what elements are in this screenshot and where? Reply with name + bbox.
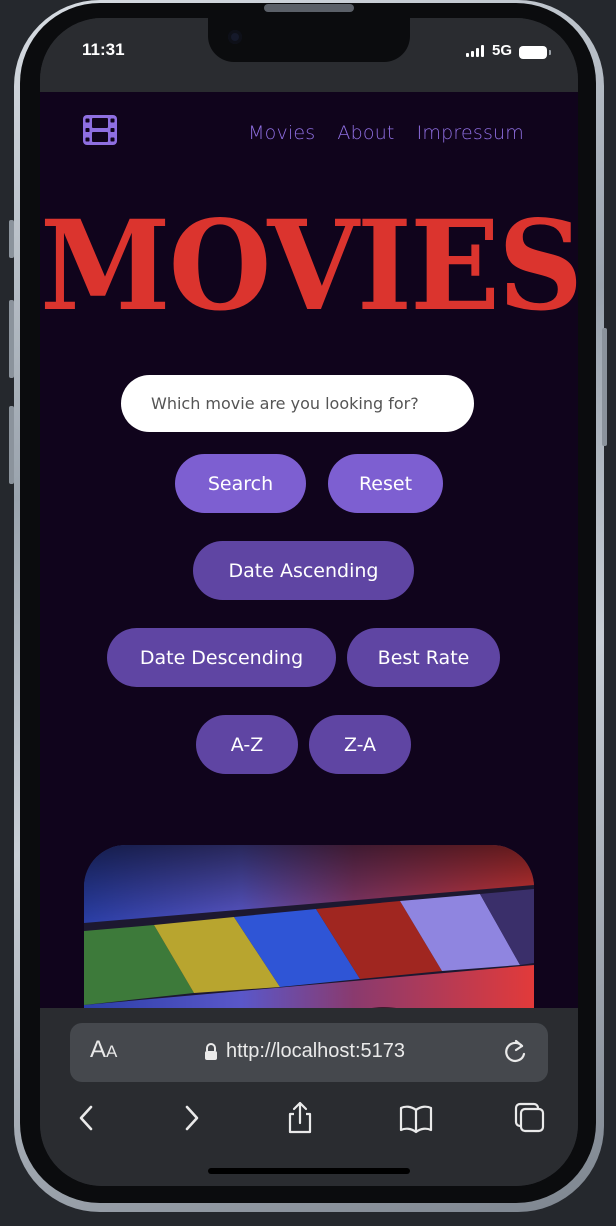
sort-a-z-button[interactable]: A-Z (196, 715, 298, 774)
url-display: http://localhost:5173 (204, 1040, 405, 1063)
sort-date-ascending-button[interactable]: Date Ascending (193, 541, 414, 600)
search-input[interactable] (121, 375, 474, 432)
reset-button[interactable]: Reset (328, 454, 443, 513)
notch (208, 18, 410, 62)
sort-date-descending-button[interactable]: Date Descending (107, 628, 336, 687)
home-indicator (208, 1168, 410, 1174)
hero-title: MOVIES (40, 192, 578, 339)
nav-link-impressum[interactable]: Impressum (417, 122, 524, 144)
share-icon[interactable] (283, 1101, 317, 1135)
movie-poster-image[interactable] (84, 845, 534, 1008)
main-nav: Movies About Impressum (248, 122, 524, 144)
sort-best-rate-button[interactable]: Best Rate (347, 628, 500, 687)
sort-z-a-button[interactable]: Z-A (309, 715, 411, 774)
tabs-icon[interactable] (512, 1101, 546, 1135)
address-bar[interactable]: AA http://localhost:5173 (70, 1023, 548, 1082)
signal-icon (466, 45, 484, 57)
search-button[interactable]: Search (175, 454, 306, 513)
front-camera (228, 30, 242, 44)
film-strip-icon[interactable] (83, 115, 117, 145)
text-size-button[interactable]: AA (90, 1036, 117, 1064)
action-button (9, 220, 14, 258)
url-text: http://localhost:5173 (226, 1040, 406, 1062)
network-type: 5G (492, 42, 513, 59)
bookmarks-icon[interactable] (399, 1101, 433, 1135)
reload-icon[interactable] (502, 1038, 528, 1066)
speaker-grille (264, 4, 354, 12)
volume-down-button (9, 406, 14, 484)
battery-icon (519, 46, 551, 59)
lock-icon (205, 1042, 217, 1060)
back-icon[interactable] (70, 1101, 104, 1135)
volume-up-button (9, 300, 14, 378)
forward-icon[interactable] (174, 1101, 208, 1135)
browser-chrome: AA http://localhost:5173 (40, 1008, 578, 1186)
nav-link-about[interactable]: About (337, 122, 394, 144)
web-page: Movies About Impressum MOVIES Search Res… (40, 92, 578, 1008)
power-button (602, 328, 607, 446)
nav-link-movies[interactable]: Movies (248, 122, 315, 144)
status-time: 11:31 (82, 40, 125, 59)
clapperboard-face-illustration (84, 845, 534, 1008)
screen: 11:31 5G Movies About Impressum MOVIES S… (40, 18, 578, 1186)
